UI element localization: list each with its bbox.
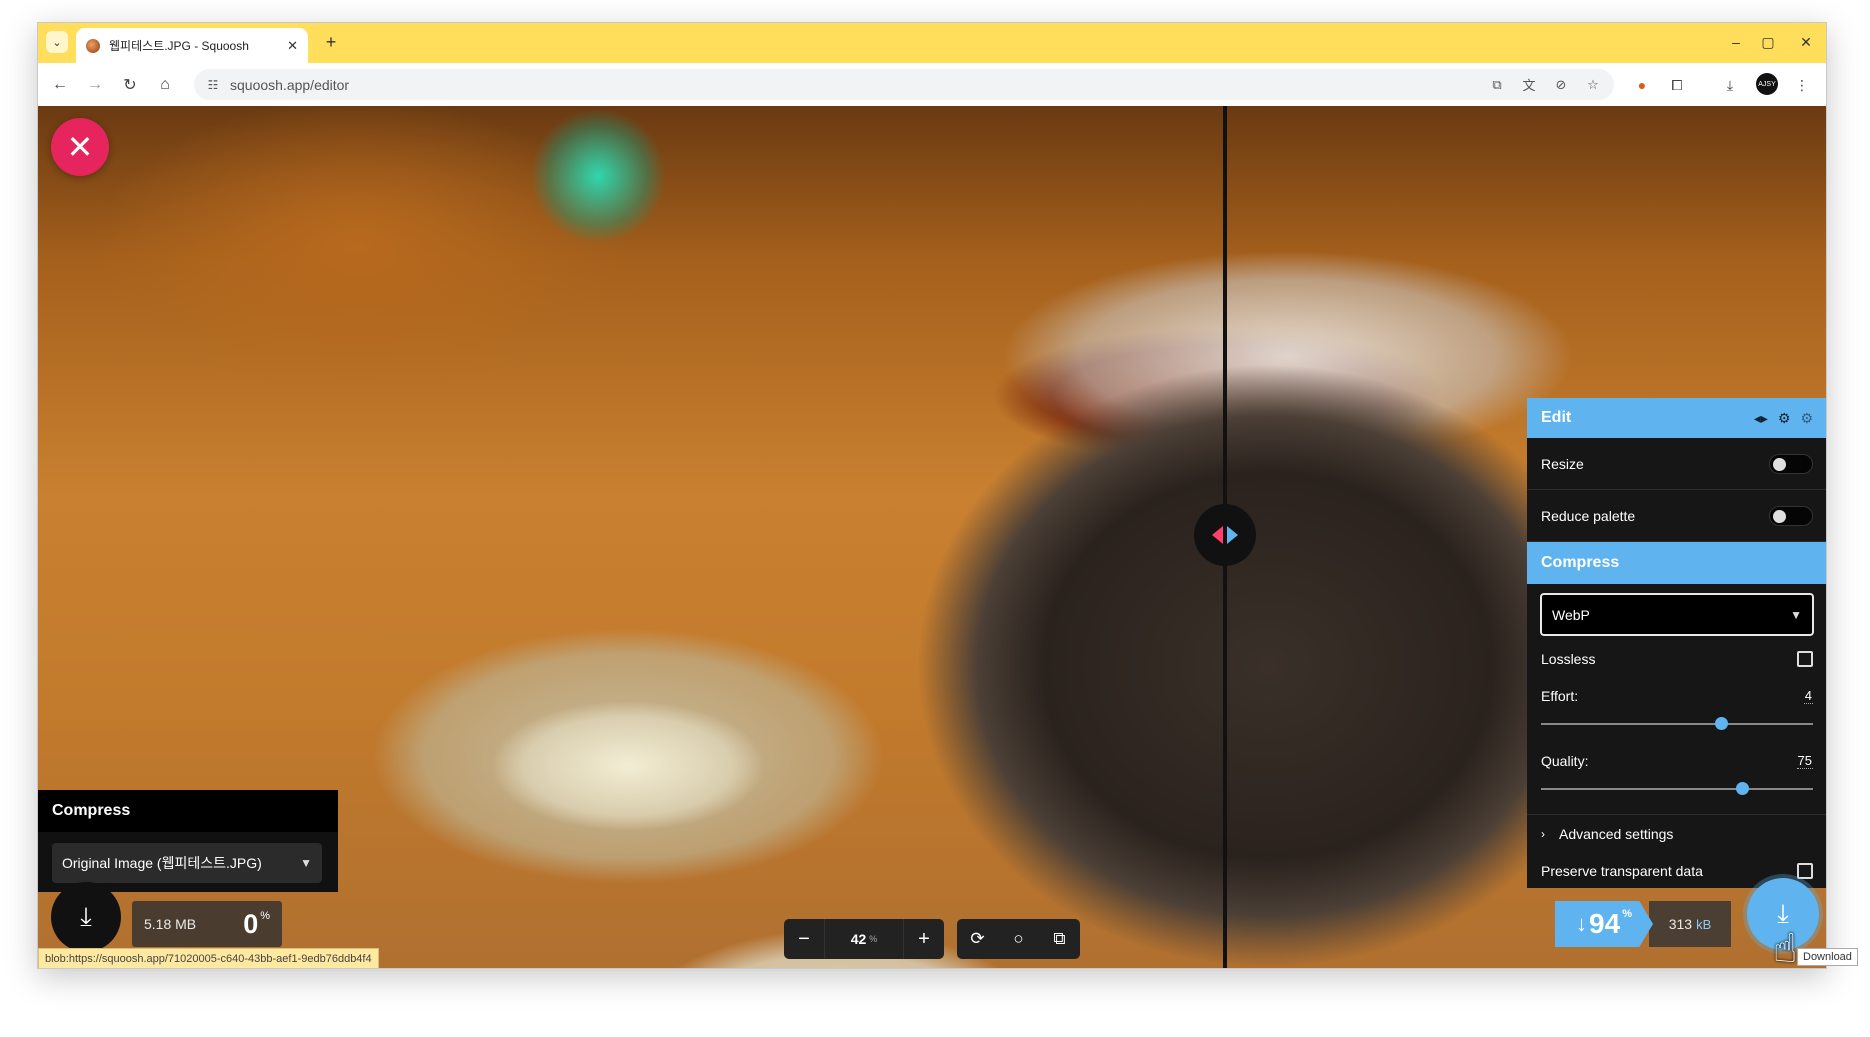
bookmark-star-icon[interactable]: ☆ <box>1584 76 1602 94</box>
reduce-palette-label: Reduce palette <box>1541 507 1636 524</box>
effort-slider-thumb[interactable] <box>1714 717 1728 730</box>
source-select-value: Original Image (웹피테스트.JPG) <box>62 855 262 871</box>
compress-header: Compress <box>1527 542 1826 584</box>
back-arrow-icon[interactable]: ← <box>48 73 72 97</box>
new-tab-button[interactable]: + <box>320 31 342 53</box>
reduction-percent-sign: % <box>1622 908 1632 920</box>
zoom-unit: % <box>869 934 878 944</box>
left-panel-title: Compress <box>38 790 338 832</box>
save-settings-icon[interactable]: ⚙ <box>1800 410 1813 427</box>
zoom-in-button[interactable]: + <box>904 919 944 959</box>
status-bar-url: blob:https://squoosh.app/71020005-c640-4… <box>38 948 379 968</box>
quality-label: Quality: <box>1541 753 1589 769</box>
translate-icon[interactable]: 文 <box>1520 76 1538 94</box>
quality-slider-track[interactable] <box>1541 782 1813 795</box>
chevron-down-icon: ▼ <box>300 856 312 870</box>
quality-value-input[interactable]: 75 <box>1796 753 1813 769</box>
source-select[interactable]: Original Image (웹피테스트.JPG) ▼ <box>52 843 322 883</box>
copy-settings-icon[interactable]: ⧉ <box>1039 919 1080 959</box>
chevron-right-icon: › <box>1541 826 1545 841</box>
forward-arrow-icon[interactable]: → <box>83 73 107 97</box>
arrow-right-icon <box>1227 526 1238 544</box>
effort-slider-track[interactable] <box>1541 717 1813 730</box>
quality-slider-block: Quality: 75 <box>1527 743 1826 808</box>
window-close-button[interactable]: ✕ <box>1791 31 1821 53</box>
codec-select[interactable]: WebP ▼ <box>1540 593 1814 636</box>
right-options-panel: Edit ◂▸ ⚙ ⚙ Resize Reduce palette Compre… <box>1527 398 1826 888</box>
tab-favicon-icon <box>86 38 100 53</box>
advanced-settings-label: Advanced settings <box>1559 825 1674 842</box>
zoom-input[interactable]: 42 % <box>824 919 904 959</box>
original-percent-sign: % <box>260 910 270 922</box>
effort-label: Effort: <box>1541 688 1579 704</box>
effort-slider-block: Effort: 4 <box>1527 678 1826 743</box>
extension-icon[interactable]: ● <box>1630 73 1654 97</box>
preserve-transparent-checkbox[interactable] <box>1797 863 1813 879</box>
profile-avatar[interactable]: AJSY <box>1756 73 1778 95</box>
reduce-palette-toggle[interactable] <box>1769 505 1813 526</box>
chevron-down-icon: ▼ <box>1790 607 1802 622</box>
lossless-label: Lossless <box>1541 651 1596 667</box>
more-menu-icon[interactable]: ⋮ <box>1790 73 1814 97</box>
arrow-left-icon <box>1212 526 1223 544</box>
left-compress-panel: Compress Original Image (웹피테스트.JPG) ▼ <box>38 790 338 892</box>
home-icon[interactable]: ⌂ <box>153 73 177 97</box>
reduction-percent: 94 <box>1589 908 1621 939</box>
left-download-button[interactable]: ⤓ <box>51 882 121 952</box>
zoom-out-button[interactable]: − <box>784 919 824 959</box>
codec-select-value: WebP <box>1552 606 1590 623</box>
edit-header: Edit ◂▸ ⚙ ⚙ <box>1527 398 1826 438</box>
rotate-icon[interactable]: ⟳ <box>957 919 998 959</box>
lossless-row: Lossless <box>1527 640 1826 678</box>
right-size-info: ↓ 94 % 313 kB <box>1555 901 1731 947</box>
view-tools: ⟳ ○ ⧉ <box>957 919 1080 959</box>
compressed-size: 313 kB <box>1649 901 1731 947</box>
lossless-checkbox[interactable] <box>1797 651 1813 667</box>
close-editor-button[interactable]: ✕ <box>51 118 109 176</box>
resize-label: Resize <box>1541 455 1584 472</box>
import-settings-icon[interactable]: ⚙ <box>1778 410 1791 427</box>
eye-off-icon[interactable]: ⊘ <box>1552 76 1570 94</box>
downloads-icon[interactable]: ⤓ <box>1718 73 1742 97</box>
minimize-button[interactable]: – <box>1721 31 1751 53</box>
preserve-transparent-label: Preserve transparent data <box>1541 863 1703 879</box>
browser-window: ⌄ 웹피테스트.JPG - Squoosh ✕ + – ▢ ✕ ← → ↻ ⌂ … <box>37 22 1827 969</box>
down-arrow-icon: ↓ <box>1576 911 1588 936</box>
compressed-size-unit: kB <box>1696 916 1712 932</box>
download-tooltip: Download <box>1797 948 1858 966</box>
site-info-icon[interactable]: ☷ <box>202 78 224 92</box>
compare-divider-handle[interactable] <box>1194 504 1256 566</box>
effort-value-input[interactable]: 4 <box>1803 688 1813 704</box>
zoom-controls: − 42 % + <box>784 919 944 959</box>
zoom-value: 42 <box>850 931 867 947</box>
edit-title: Edit <box>1541 409 1572 426</box>
address-url[interactable]: squoosh.app/editor <box>230 77 349 93</box>
address-bar[interactable]: ☷ squoosh.app/editor ⧉ 文 ⊘ ☆ <box>194 69 1614 100</box>
original-percent: 0 <box>243 908 259 939</box>
hand-cursor-icon: ☝ <box>1773 927 1798 969</box>
resize-toggle[interactable] <box>1769 453 1813 474</box>
tab-bar: ⌄ 웹피테스트.JPG - Squoosh ✕ + – ▢ ✕ <box>38 23 1826 63</box>
install-app-icon[interactable]: ⧉ <box>1488 76 1506 94</box>
quality-slider-thumb[interactable] <box>1736 782 1750 795</box>
extensions-puzzle-icon[interactable]: ⧠ <box>1665 73 1689 97</box>
resize-row: Resize <box>1527 438 1826 490</box>
swap-sides-icon[interactable]: ◂▸ <box>1754 410 1768 427</box>
left-size-info: 5.18 MB 0 % <box>132 901 282 947</box>
download-icon: ⤓ <box>80 901 92 931</box>
reduction-badge: ↓ 94 % <box>1555 901 1653 947</box>
original-file-size: 5.18 MB <box>144 916 197 932</box>
reload-icon[interactable]: ↻ <box>118 73 142 97</box>
tab-close-icon[interactable]: ✕ <box>287 38 298 54</box>
compressed-size-value: 313 <box>1668 916 1693 932</box>
browser-toolbar: ← → ↻ ⌂ ☷ squoosh.app/editor ⧉ 文 ⊘ ☆ ● ⧠… <box>38 63 1826 106</box>
background-toggle-icon[interactable]: ○ <box>998 919 1039 959</box>
tab-search-button[interactable]: ⌄ <box>46 31 68 53</box>
tab-squoosh[interactable]: 웹피테스트.JPG - Squoosh ✕ <box>76 28 308 63</box>
reduce-palette-row: Reduce palette <box>1527 490 1826 542</box>
image-compare-viewport[interactable]: ✕ Compress Original Image (웹피테스트.JPG) ▼ … <box>38 106 1826 969</box>
advanced-settings-toggle[interactable]: › Advanced settings <box>1527 814 1826 852</box>
maximize-button[interactable]: ▢ <box>1753 31 1783 53</box>
tab-title: 웹피테스트.JPG - Squoosh <box>109 39 249 53</box>
